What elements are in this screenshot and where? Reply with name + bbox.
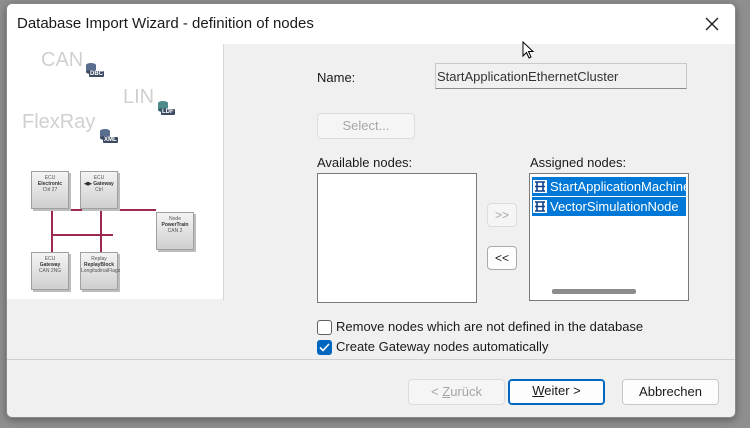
next-button[interactable]: Weiter >: [508, 379, 605, 405]
xml-badge: XML: [103, 137, 118, 143]
bus-line: [51, 210, 53, 254]
flexray-label: FlexRay: [22, 111, 96, 133]
remove-nodes-checkbox[interactable]: [317, 320, 332, 335]
list-item[interactable]: VectorSimulationNode: [532, 197, 686, 216]
window-title: Database Import Wizard - definition of n…: [17, 15, 314, 32]
create-gateway-checkbox[interactable]: [317, 340, 332, 355]
database-icon: LDF: [157, 100, 175, 117]
horizontal-scrollbar[interactable]: [552, 289, 636, 294]
panel-divider: [223, 44, 224, 300]
title-bar: Database Import Wizard - definition of n…: [7, 4, 735, 44]
bus-line: [51, 234, 113, 236]
name-field[interactable]: StartApplicationEthernetCluster: [435, 63, 687, 89]
assigned-nodes-list[interactable]: StartApplicationMachine VectorSimulation…: [529, 173, 689, 301]
network-node: ECU Gateway CAN 2NG: [31, 252, 69, 290]
close-icon: [705, 17, 719, 31]
remove-nodes-label: Remove nodes which are not defined in th…: [336, 319, 644, 334]
database-icon: DBC: [85, 62, 104, 79]
cancel-button[interactable]: Abbrechen: [622, 379, 719, 405]
database-icon: XML: [99, 128, 118, 145]
create-gateway-label: Create Gateway nodes automatically: [336, 339, 549, 354]
move-right-button[interactable]: >>: [487, 203, 517, 227]
network-node: ECU ◀▶ Gateway Ctrl: [80, 171, 118, 209]
name-label: Name:: [317, 70, 356, 85]
node-icon: [533, 200, 547, 213]
import-wizard-dialog: Database Import Wizard - definition of n…: [6, 3, 736, 418]
can-label: CAN: [41, 49, 84, 71]
ldf-badge: LDF: [161, 109, 175, 115]
available-nodes-list[interactable]: [317, 173, 477, 303]
network-node: Node PowerTrain CAN 2: [156, 212, 194, 250]
bus-line: [100, 210, 102, 254]
wizard-illustration: CAN DBC LIN LDF FlexRay XML ECU Electroni…: [7, 44, 223, 299]
mouse-cursor-icon: [522, 41, 535, 59]
assigned-nodes-label: Assigned nodes:: [530, 155, 627, 170]
node-icon: [533, 180, 547, 193]
select-button[interactable]: Select...: [317, 113, 415, 139]
bus-line: [51, 209, 156, 211]
checkmark-icon: [319, 343, 330, 352]
available-nodes-label: Available nodes:: [317, 155, 413, 170]
back-button[interactable]: < Zurück: [408, 379, 505, 405]
lin-label: LIN: [123, 86, 155, 108]
move-left-button[interactable]: <<: [487, 246, 517, 270]
network-node: ECU Electronic Ctrl 27: [31, 171, 69, 209]
network-node: Replay ReplayBlock LongitudinalFlags: [80, 252, 120, 290]
dbc-badge: DBC: [89, 71, 104, 77]
close-button[interactable]: [689, 4, 735, 44]
footer-divider: [7, 359, 735, 360]
list-item[interactable]: StartApplicationMachine: [532, 177, 686, 196]
